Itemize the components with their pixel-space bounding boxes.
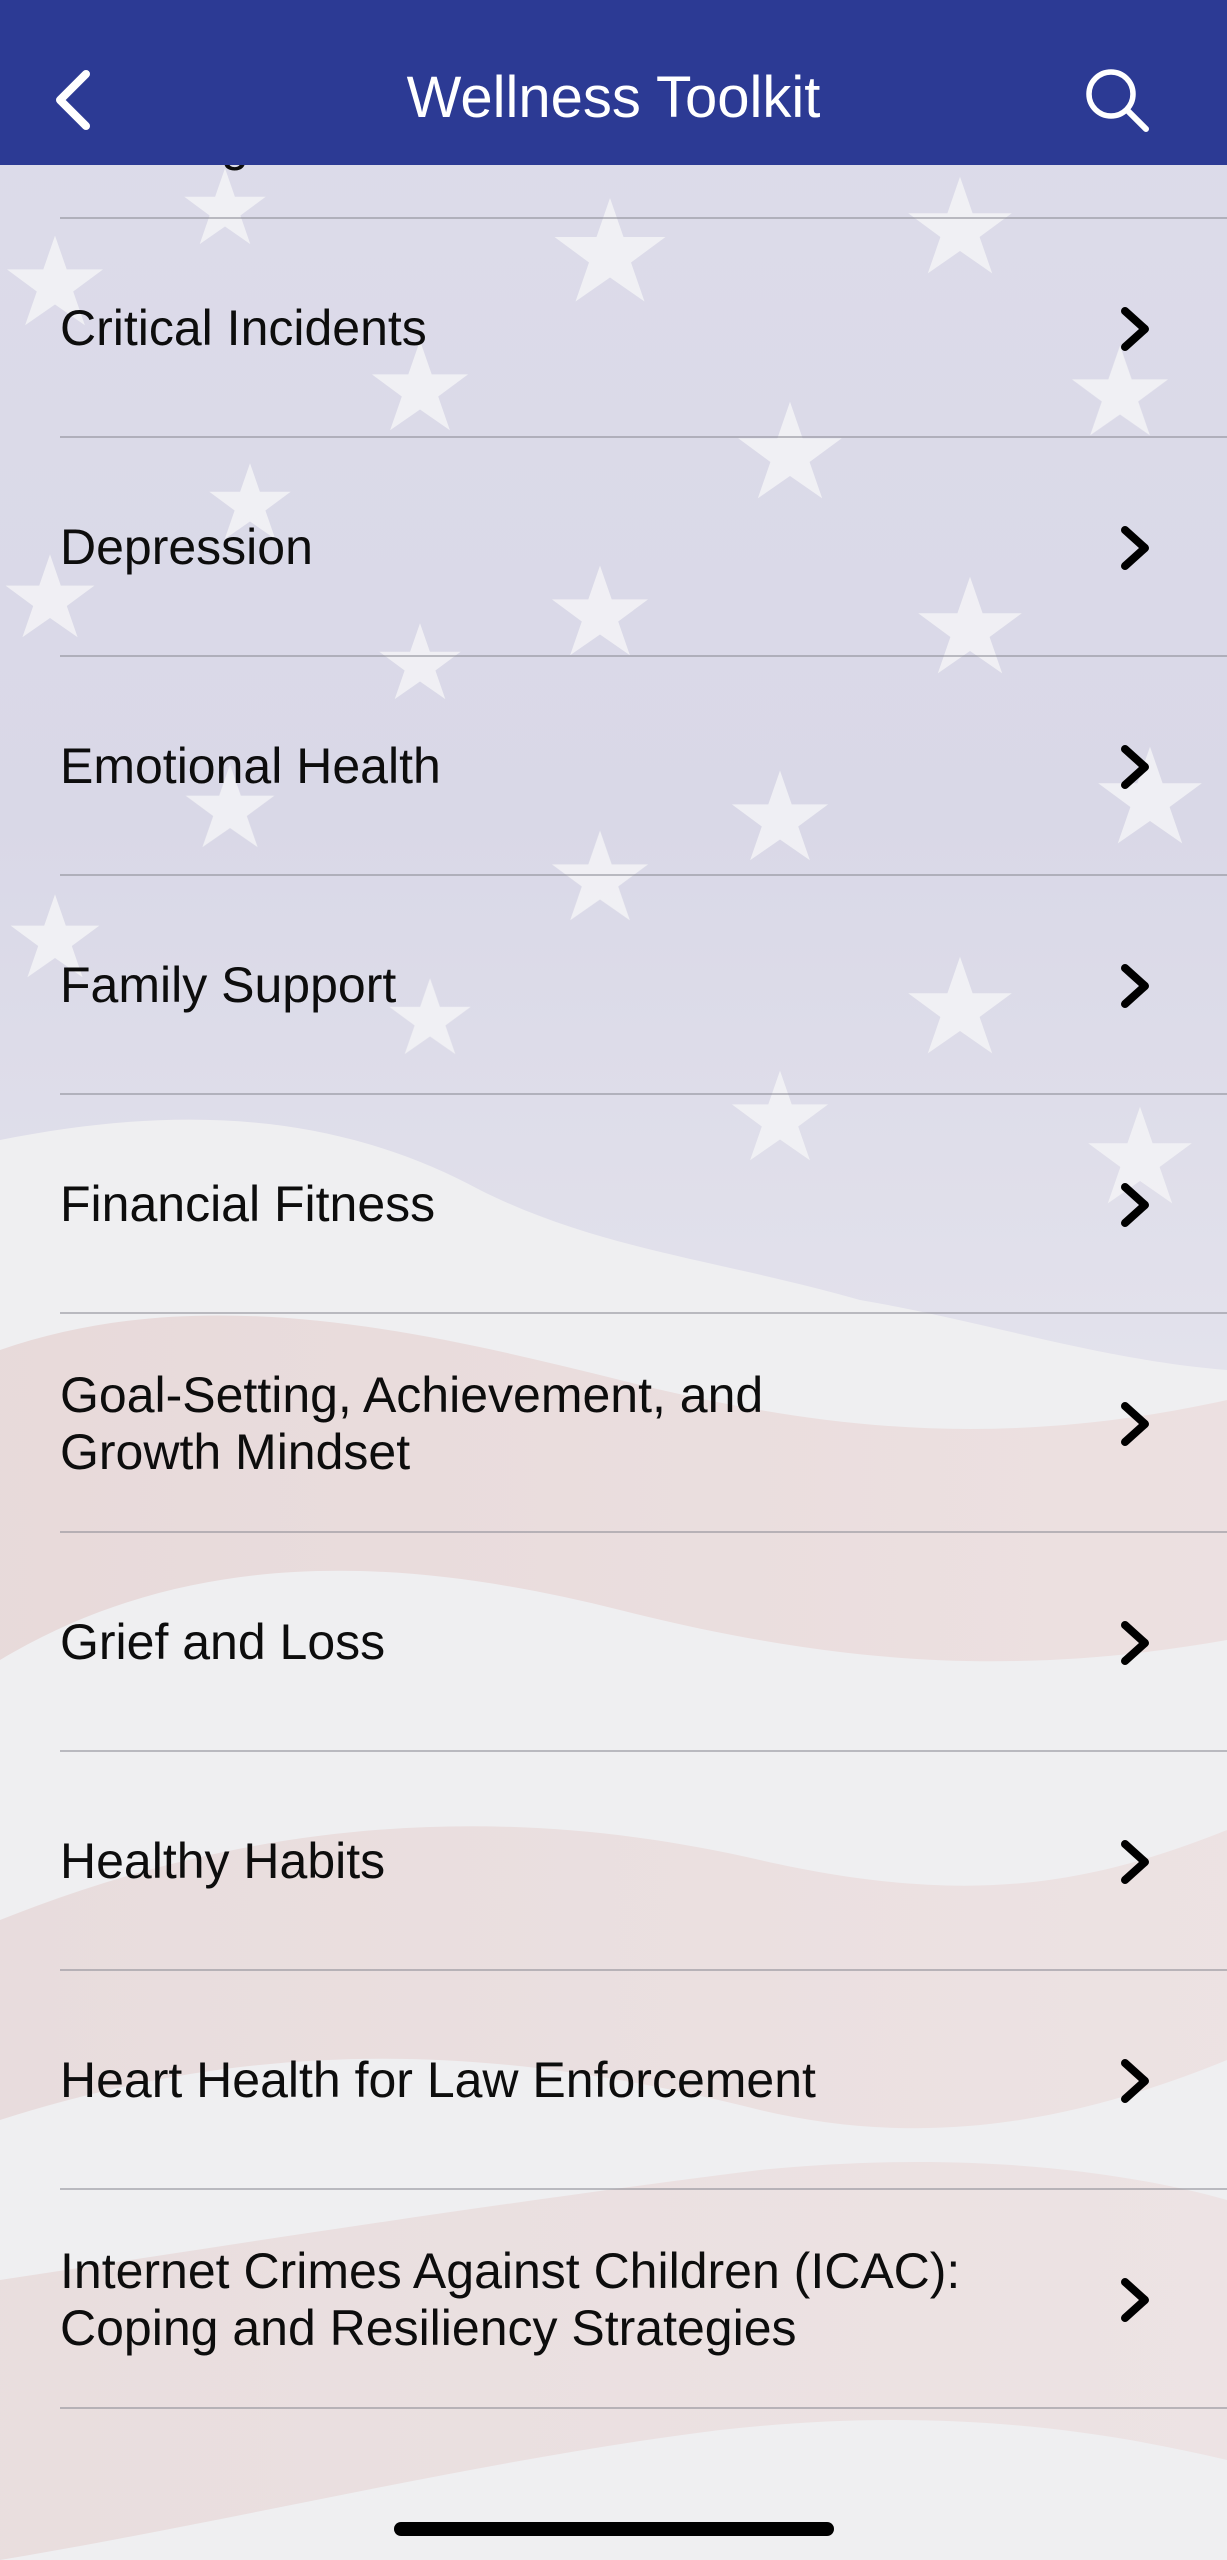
page-title: Wellness Toolkit [406, 65, 821, 130]
list-item-label: Internet Crimes Against Children (ICAC):… [60, 2242, 961, 2356]
list-item[interactable]: Goal-Setting, Achievement, and Growth Mi… [60, 1314, 1227, 1533]
chevron-right-icon [1121, 526, 1149, 570]
chevron-right-icon [1121, 2278, 1149, 2322]
list-item[interactable]: Grief and Loss [60, 1533, 1227, 1752]
search-button[interactable] [1072, 55, 1162, 145]
home-indicator[interactable] [394, 2522, 834, 2536]
list-item[interactable]: Financial Fitness [60, 1095, 1227, 1314]
list-item-label: Depression [60, 519, 313, 575]
list-item[interactable]: Depression [60, 438, 1227, 657]
chevron-right-icon [1121, 745, 1149, 789]
list-item[interactable]: Heart Health for Law Enforcement [60, 1971, 1227, 2190]
list-item-label: Emotional Health [60, 738, 441, 794]
chevron-right-icon [1121, 1840, 1149, 1884]
list-item-label: Healthy Habits [60, 1833, 386, 1889]
chevron-right-icon [1121, 964, 1149, 1008]
chevron-right-icon [1121, 1621, 1149, 1665]
list-item-label: Grief and Loss [60, 1614, 386, 1670]
nav-header: Wellness Toolkit [0, 0, 1227, 165]
list-item-label: Family Support [60, 957, 397, 1013]
chevron-right-icon [1121, 2059, 1149, 2103]
search-icon [1086, 69, 1149, 132]
list-item-label: Goal-Setting, Achievement, and Growth Mi… [60, 1366, 764, 1480]
chevron-right-icon [1121, 1183, 1149, 1227]
list-item[interactable]: Healthy Habits [60, 1752, 1227, 1971]
topic-list: Creating a Culture of Wellness Critical … [0, 88, 1227, 2409]
list-item-label: Critical Incidents [60, 300, 427, 356]
list-item[interactable]: Emotional Health [60, 657, 1227, 876]
list-item[interactable]: Critical Incidents [60, 219, 1227, 438]
list-item-label: Financial Fitness [60, 1176, 436, 1232]
chevron-right-icon [1121, 1402, 1149, 1446]
chevron-right-icon [1121, 307, 1149, 351]
list-item-label: Heart Health for Law Enforcement [60, 2052, 816, 2108]
list-item[interactable]: Internet Crimes Against Children (ICAC):… [60, 2190, 1227, 2409]
list-item[interactable]: Family Support [60, 876, 1227, 1095]
